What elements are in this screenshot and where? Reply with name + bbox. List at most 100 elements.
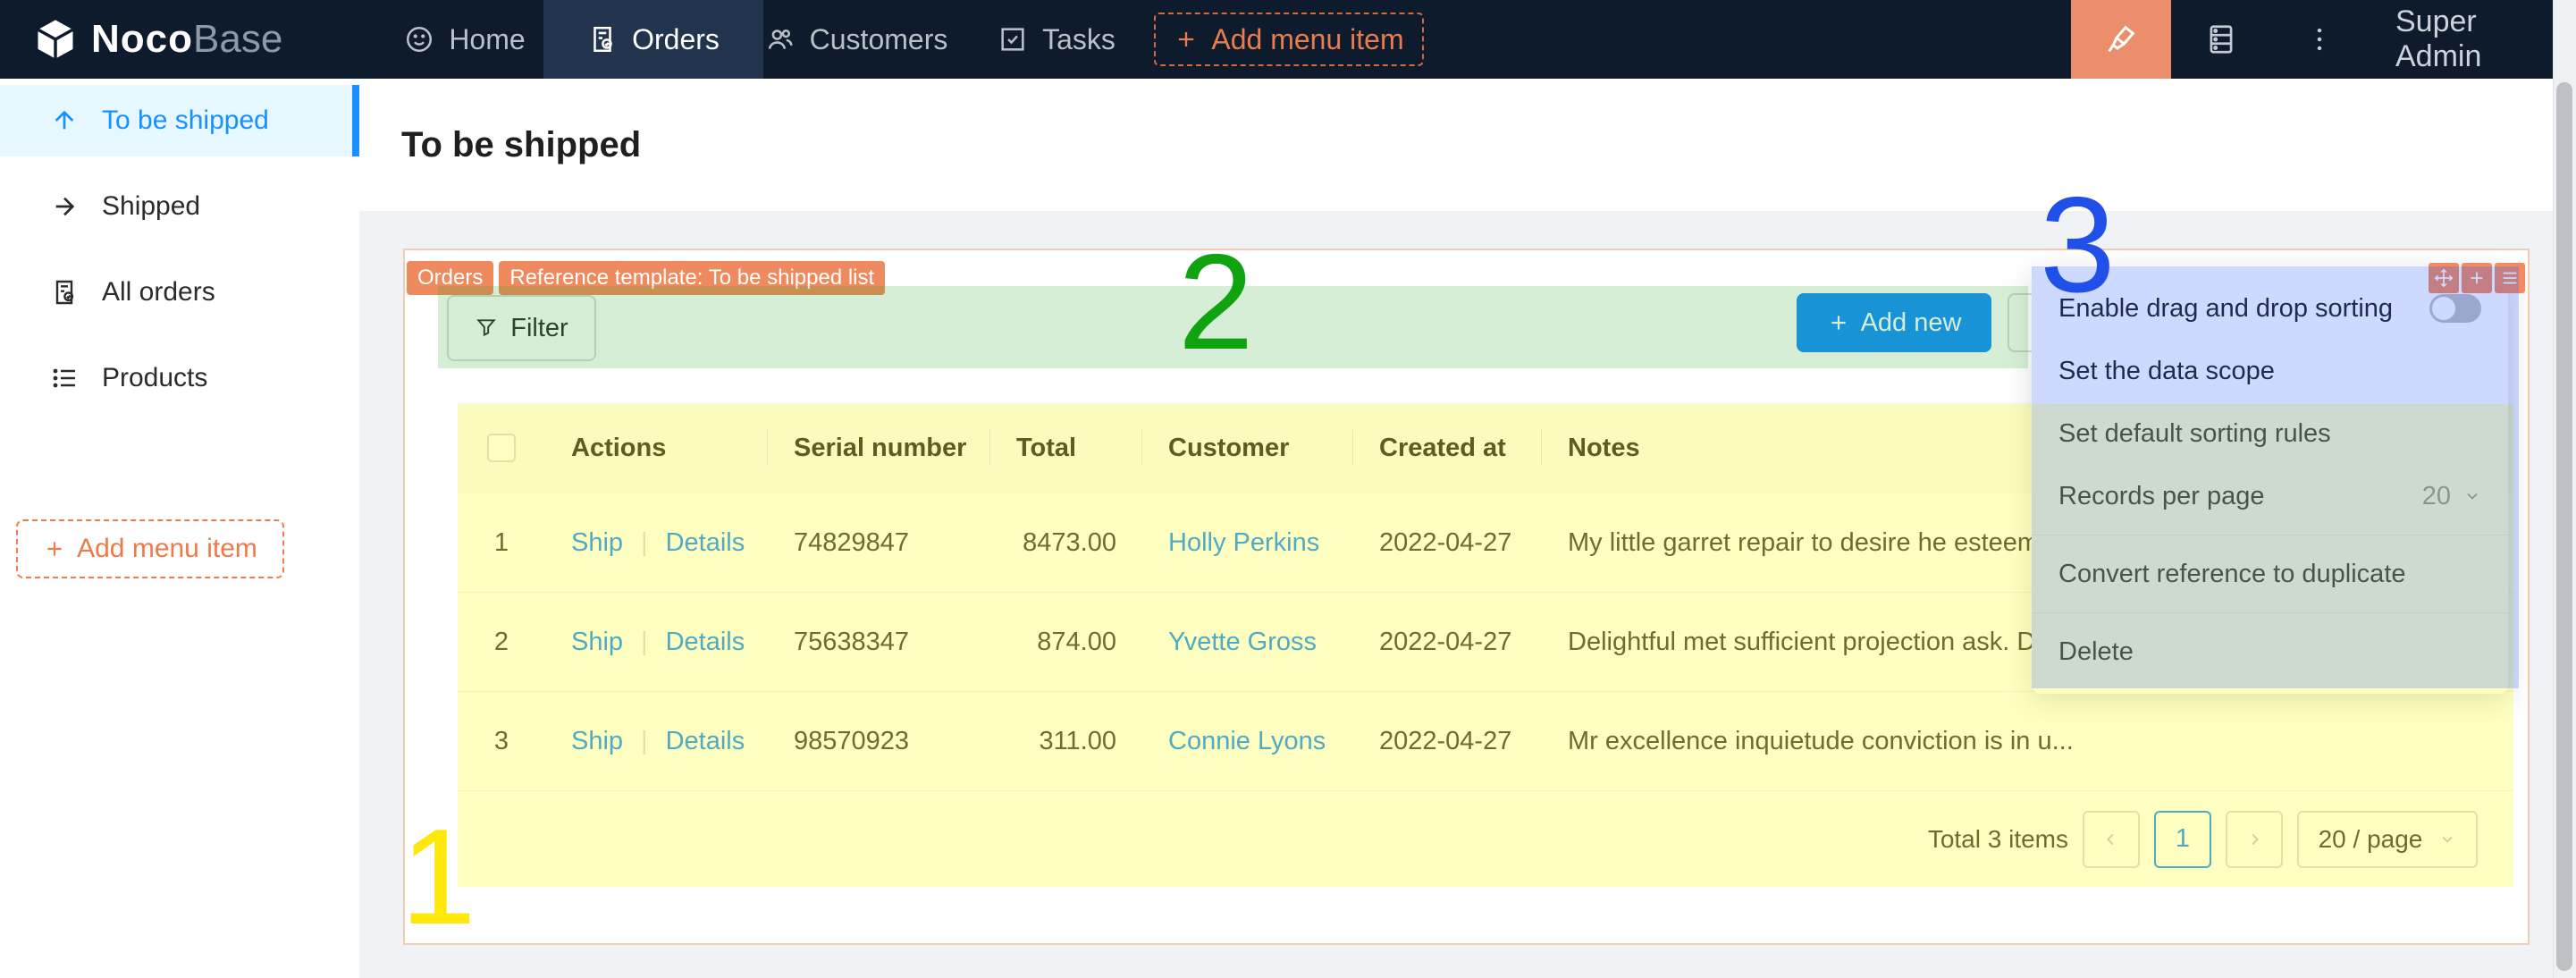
page-header: To be shipped xyxy=(359,79,2553,211)
toggle-knob xyxy=(2432,297,2455,320)
highlighter-icon xyxy=(2103,21,2139,57)
chevron-down-icon xyxy=(2463,487,2481,505)
created-at-cell: 2022-04-27 xyxy=(1353,692,1542,790)
sidebar-item-all-orders[interactable]: All orders xyxy=(0,257,359,328)
nav-item-tasks[interactable]: Tasks xyxy=(990,0,1123,79)
sidebar-item-label: To be shipped xyxy=(102,105,269,136)
menu-item-records-per-page[interactable]: Records per page 20 xyxy=(2032,465,2508,527)
serial-number-cell: 98570923 xyxy=(768,692,990,790)
menu-item-delete[interactable]: Delete xyxy=(2032,620,2508,683)
user-menu[interactable]: Super Admin xyxy=(2395,0,2553,79)
menu-item-label: Records per page xyxy=(2058,482,2265,511)
action-divider: | xyxy=(641,628,648,657)
pagination-next-button[interactable] xyxy=(2226,811,2283,868)
cube-logo-icon xyxy=(32,16,79,63)
serial-number-cell: 74829847 xyxy=(768,493,990,592)
nav-item-label: Customers xyxy=(810,23,948,56)
ship-action-link[interactable]: Ship xyxy=(571,528,623,558)
nav-add-menu-item-button[interactable]: Add menu item xyxy=(1154,13,1424,66)
page-title: To be shipped xyxy=(401,79,641,211)
check-square-icon xyxy=(998,24,1028,55)
details-action-link[interactable]: Details xyxy=(666,628,745,657)
team-icon xyxy=(765,24,796,55)
nocobase-logo[interactable]: NocoBase xyxy=(32,0,282,79)
sidebar-item-shipped[interactable]: Shipped xyxy=(0,171,359,242)
header-serial-number: Serial number xyxy=(768,402,990,493)
menu-item-label: Enable drag and drop sorting xyxy=(2058,294,2393,324)
filter-label: Filter xyxy=(510,314,568,343)
action-divider: | xyxy=(641,727,648,756)
menu-divider xyxy=(2032,612,2508,613)
drag-sorting-toggle[interactable] xyxy=(2429,294,2481,323)
filter-button[interactable]: Filter xyxy=(447,295,596,361)
drag-move-icon[interactable] xyxy=(2429,263,2459,293)
block-settings-dropdown: Enable drag and drop sorting Set the dat… xyxy=(2032,266,2508,694)
ui-editor-button[interactable] xyxy=(2071,0,2171,79)
menu-item-label: Set default sorting rules xyxy=(2058,419,2331,449)
notes-cell: Mr excellence inquietude conviction is i… xyxy=(1542,692,2513,790)
block-settings-menu-icon[interactable] xyxy=(2495,263,2525,293)
sidebar-item-to-be-shipped[interactable]: To be shipped xyxy=(0,85,359,156)
page-size-select[interactable]: 20 / page xyxy=(2297,811,2478,868)
header-customer: Customer xyxy=(1142,402,1353,493)
filter-funnel-icon xyxy=(475,316,498,340)
sidebar-add-menu-item-button[interactable]: Add menu item xyxy=(16,519,284,578)
page-scrollbar-thumb[interactable] xyxy=(2556,82,2572,971)
total-cell: 311.00 xyxy=(990,692,1142,790)
nav-item-orders[interactable]: Orders xyxy=(543,0,763,79)
smile-icon xyxy=(404,24,434,55)
top-navbar: NocoBase Home Orders Customers Tasks Add… xyxy=(0,0,2553,79)
document-check-icon xyxy=(50,278,79,307)
page-size-value: 20 / page xyxy=(2319,825,2423,854)
pagination-total: Total 3 items xyxy=(1928,825,2068,854)
customer-link[interactable]: Connie Lyons xyxy=(1168,727,1326,756)
table-pagination: Total 3 items 1 20 / page xyxy=(458,791,2513,887)
collection-badge: Orders xyxy=(407,261,493,295)
header-total: Total xyxy=(990,402,1142,493)
customer-link[interactable]: Yvette Gross xyxy=(1168,628,1317,657)
created-at-cell: 2022-04-27 xyxy=(1353,493,1542,592)
select-all-checkbox[interactable] xyxy=(487,434,516,462)
table-row: 3 Ship|Details 98570923 311.00 Connie Ly… xyxy=(458,692,2513,791)
ship-action-link[interactable]: Ship xyxy=(571,628,623,657)
ship-action-link[interactable]: Ship xyxy=(571,727,623,756)
logo-text-bold: Noco xyxy=(91,17,193,61)
details-action-link[interactable]: Details xyxy=(666,727,745,756)
nav-item-customers[interactable]: Customers xyxy=(762,0,951,79)
chevron-down-icon xyxy=(2438,830,2456,848)
records-per-page-value: 20 xyxy=(2422,482,2451,511)
sidebar-item-products[interactable]: Products xyxy=(0,342,359,414)
plus-icon xyxy=(1827,311,1850,334)
header-created-at: Created at xyxy=(1353,402,1542,493)
active-indicator xyxy=(352,85,359,156)
nav-add-label: Add menu item xyxy=(1211,23,1403,56)
pagination-page-1[interactable]: 1 xyxy=(2154,811,2211,868)
user-name: Super Admin xyxy=(2395,4,2553,74)
customer-link[interactable]: Holly Perkins xyxy=(1168,528,1319,558)
arrow-up-icon xyxy=(50,106,79,135)
plus-icon xyxy=(43,537,66,561)
more-menu-button[interactable] xyxy=(2293,0,2346,79)
nav-item-home[interactable]: Home xyxy=(393,0,536,79)
document-check-icon xyxy=(587,24,618,55)
arrow-right-icon xyxy=(50,192,79,221)
menu-item-convert-reference[interactable]: Convert reference to duplicate xyxy=(2032,543,2508,605)
database-icon-button[interactable] xyxy=(2190,0,2252,79)
row-index: 1 xyxy=(458,493,545,592)
template-badge: Reference template: To be shipped list xyxy=(499,261,885,295)
nav-item-label: Home xyxy=(449,23,525,56)
list-icon xyxy=(50,364,79,392)
serial-number-cell: 75638347 xyxy=(768,593,990,691)
add-block-plus-icon[interactable] xyxy=(2462,263,2492,293)
nav-item-label: Orders xyxy=(632,23,720,56)
block-designer-toolbar xyxy=(2429,263,2525,293)
row-index: 2 xyxy=(458,593,545,691)
details-action-link[interactable]: Details xyxy=(666,528,745,558)
menu-item-data-scope[interactable]: Set the data scope xyxy=(2032,340,2508,402)
header-actions: Actions xyxy=(545,402,768,493)
menu-item-sorting-rules[interactable]: Set default sorting rules xyxy=(2032,402,2508,465)
database-icon xyxy=(2204,22,2238,56)
pagination-prev-button[interactable] xyxy=(2083,811,2140,868)
add-new-button[interactable]: Add new xyxy=(1797,293,1991,352)
logo-text-light: Base xyxy=(193,17,282,61)
